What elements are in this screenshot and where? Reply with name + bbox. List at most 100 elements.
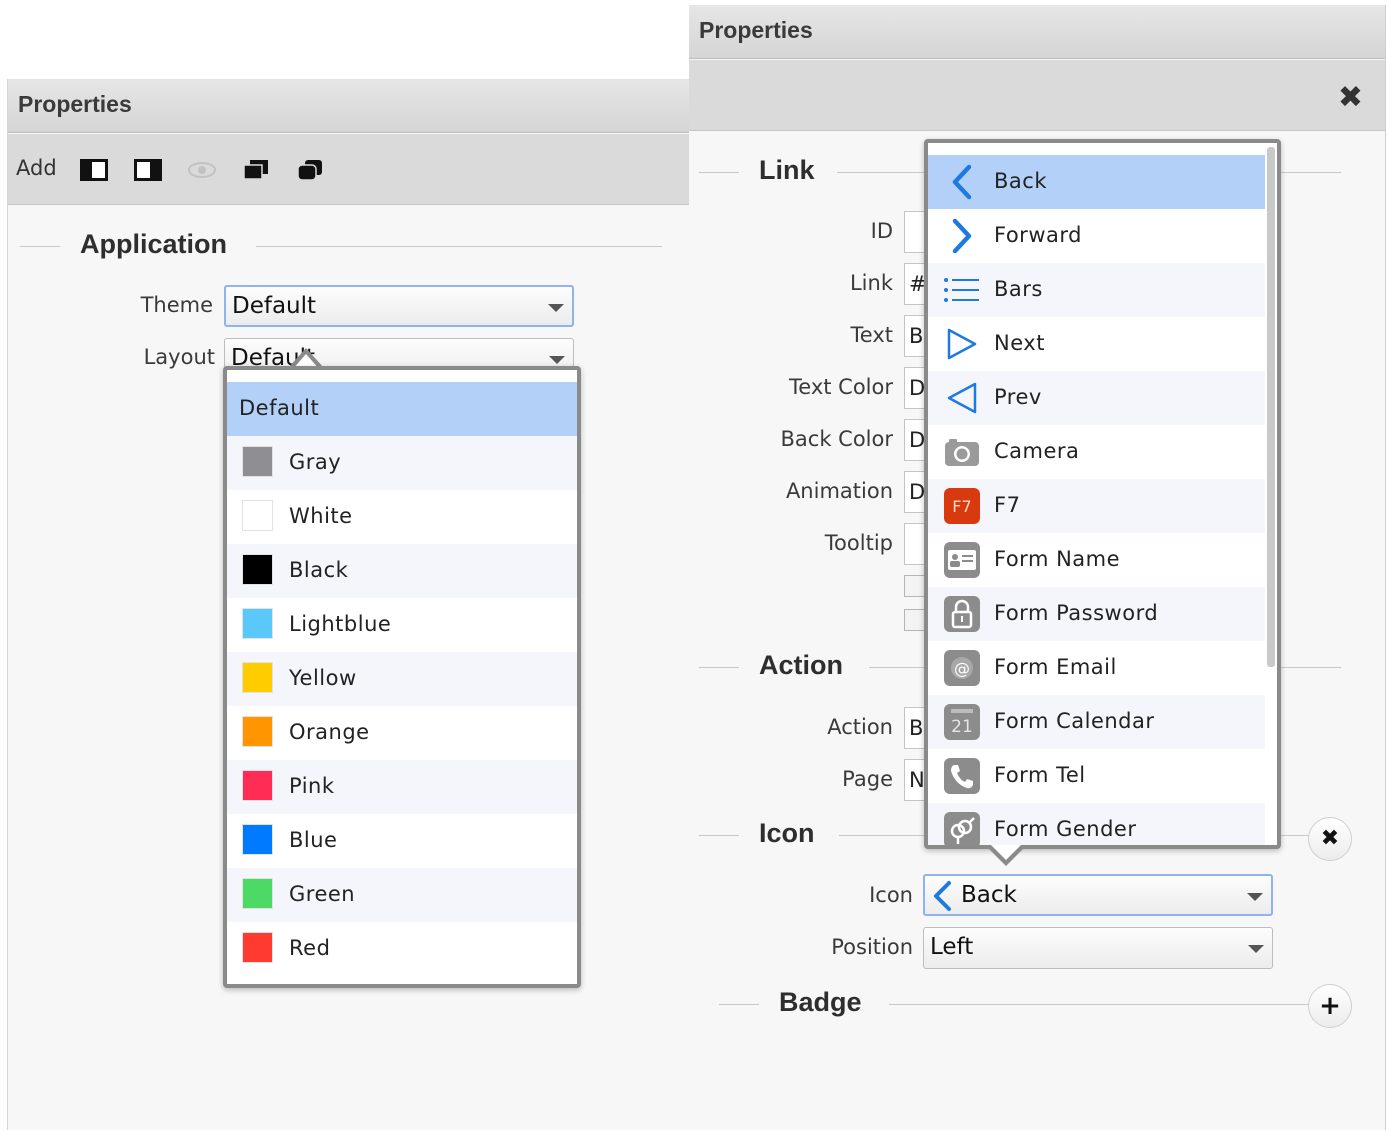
section-divider [20,246,60,247]
add-popover-icon[interactable] [296,158,324,182]
icon-option-bars[interactable]: Bars [928,263,1265,317]
svg-text:F7: F7 [952,497,971,516]
position-label: Position [831,935,913,959]
section-divider [699,835,739,836]
option-label: Default [239,396,320,420]
color-swatch [242,662,273,693]
theme-option-gray[interactable]: Gray [227,436,577,490]
theme-option-pink[interactable]: Pink [227,760,577,814]
option-label: Gray [289,450,342,474]
icon-option-form-email[interactable]: @ Form Email [928,641,1265,695]
popup-pointer-fill [991,845,1021,860]
theme-option-white[interactable]: White [227,490,577,544]
theme-option-lightblue[interactable]: Lightblue [227,598,577,652]
bars-icon [943,271,981,309]
eye-icon[interactable] [188,158,216,182]
icon-option-camera[interactable]: Camera [928,425,1265,479]
option-label: Form Tel [994,763,1086,787]
section-divider [869,667,927,668]
icon-option-next[interactable]: Next [928,317,1265,371]
option-label: Camera [994,439,1080,463]
chevron-down-icon [548,304,564,312]
option-label: Form Name [994,547,1121,571]
add-badge-button[interactable]: + [1308,984,1352,1028]
chevron-down-icon [1247,893,1263,901]
icon-option-form-gender[interactable]: Form Gender [928,803,1265,845]
option-label: Prev [994,385,1042,409]
chevron-down-icon [1248,945,1264,953]
color-swatch [242,932,273,963]
chevron-left-icon [929,880,955,912]
option-label: Forward [994,223,1082,247]
icon-select[interactable]: Back [923,874,1273,916]
left-panel-title: Properties [18,91,132,117]
section-divider [837,172,927,173]
color-swatch [242,608,273,639]
theme-dropdown-list: Default Gray White Black Lightblue Yello… [223,366,581,988]
theme-option-yellow[interactable]: Yellow [227,652,577,706]
section-title-application: Application [80,229,227,259]
triangle-left-icon [943,379,981,417]
section-divider [839,835,927,836]
option-label: Lightblue [289,612,392,636]
checkbox[interactable] [904,609,926,631]
link-label: Link [849,271,893,295]
icon-option-back[interactable]: Back [928,155,1265,209]
color-swatch [242,716,273,747]
option-label: Back [994,169,1047,193]
add-popup-icon[interactable] [242,158,270,182]
left-toolbar: Add [8,134,689,205]
remove-icon-button[interactable]: ✖ [1308,817,1352,861]
icon-option-prev[interactable]: Prev [928,371,1265,425]
position-select[interactable]: Left [923,927,1273,969]
right-toolbar: ✖ [689,60,1385,131]
f7-logo-icon: F7 [943,487,981,525]
theme-option-red[interactable]: Red [227,922,577,976]
add-right-panel-icon[interactable] [134,158,162,182]
theme-option-black[interactable]: Black [227,544,577,598]
tooltip-label: Tooltip [824,531,893,555]
icon-dropdown-list: Back Forward Bars Next Prev Camera F7 F7… [924,139,1281,849]
theme-select[interactable]: Default [224,285,574,327]
section-divider [699,172,739,173]
section-divider [1281,835,1309,836]
chevron-down-icon [549,356,565,364]
theme-label: Theme [140,293,213,317]
section-title-badge: Badge [779,987,862,1017]
right-panel-title: Properties [699,17,813,43]
icon-option-form-calendar[interactable]: 21 Form Calendar [928,695,1265,749]
option-label: Form Gender [994,817,1137,841]
color-swatch [242,878,273,909]
icon-label: Icon [869,883,913,907]
color-swatch [242,500,273,531]
option-label: F7 [994,493,1021,517]
icon-option-f7[interactable]: F7 F7 [928,479,1265,533]
section-title-action: Action [759,650,843,680]
camera-icon [943,433,981,471]
theme-option-blue[interactable]: Blue [227,814,577,868]
svg-text:21: 21 [951,717,973,737]
form-email-icon: @ [943,649,981,687]
section-divider [1281,667,1341,668]
icon-option-form-tel[interactable]: Form Tel [928,749,1265,803]
left-panel-header: Properties [8,79,689,133]
theme-option-orange[interactable]: Orange [227,706,577,760]
option-label: Next [994,331,1045,355]
section-divider [256,246,662,247]
close-icon[interactable]: ✖ [1338,80,1363,115]
icon-option-form-name[interactable]: Form Name [928,533,1265,587]
color-swatch [242,824,273,855]
icon-option-form-password[interactable]: Form Password [928,587,1265,641]
theme-select-value: Default [232,293,317,319]
checkbox[interactable] [904,575,926,597]
section-divider [889,1004,1309,1005]
theme-option-green[interactable]: Green [227,868,577,922]
color-swatch [242,446,273,477]
option-label: Form Calendar [994,709,1155,733]
option-label: Bars [994,277,1043,301]
icon-option-forward[interactable]: Forward [928,209,1265,263]
add-left-panel-icon[interactable] [80,158,108,182]
theme-option-default[interactable]: Default [227,382,577,436]
dropdown-scrollbar[interactable] [1267,147,1275,667]
form-name-icon [943,541,981,579]
